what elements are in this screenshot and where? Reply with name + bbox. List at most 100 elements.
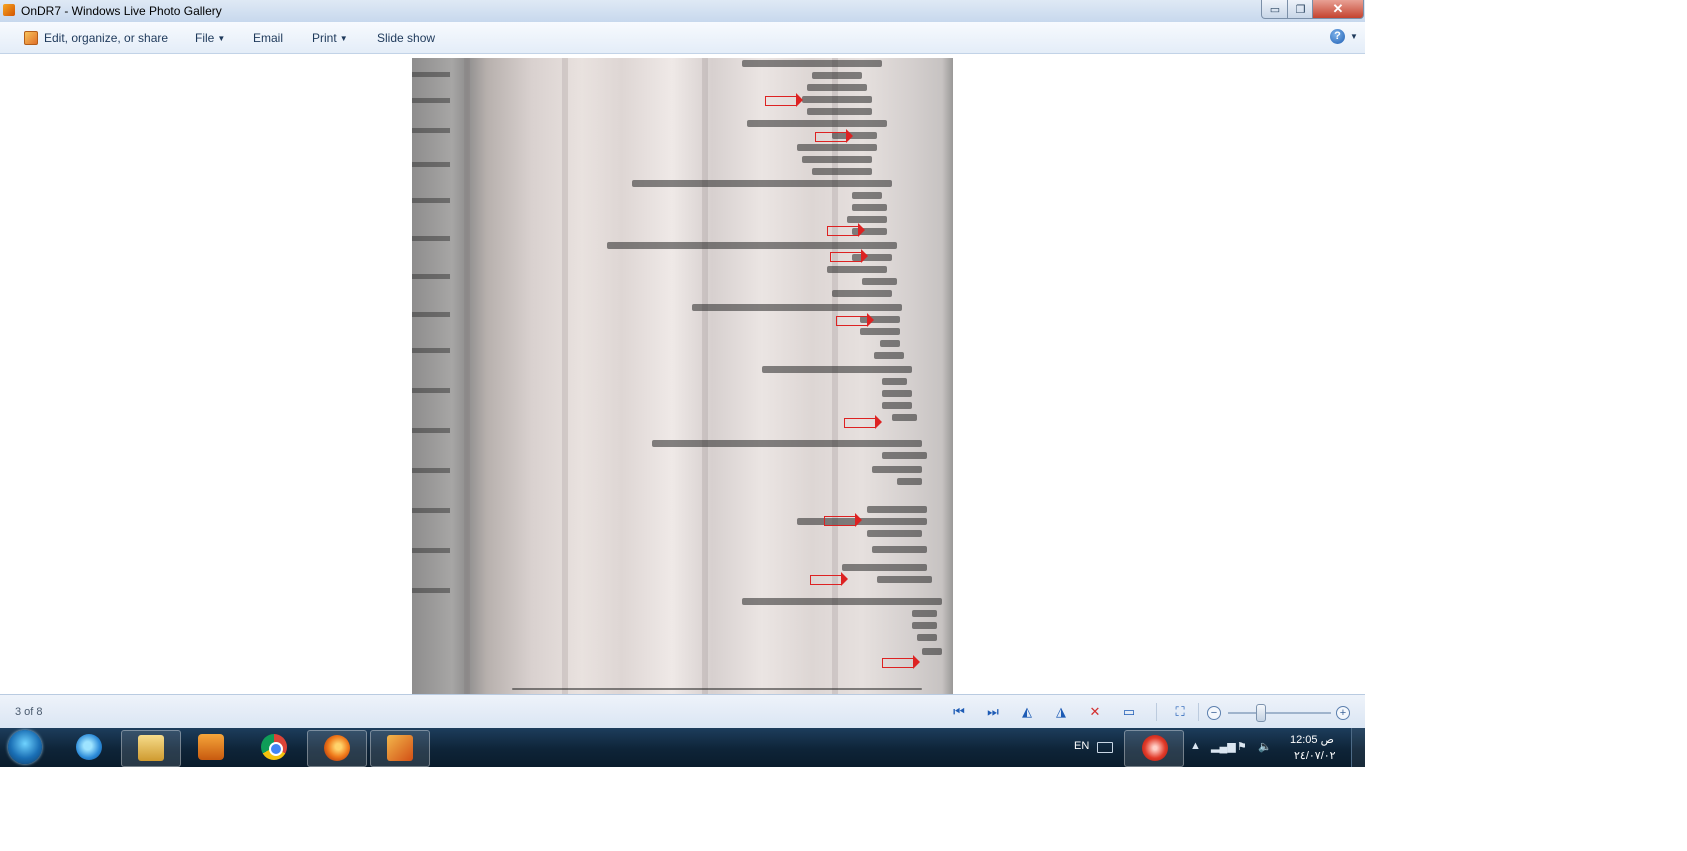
close-button[interactable]: ✕ [1312, 0, 1364, 19]
slide-show-button[interactable]: Slide show [377, 31, 435, 45]
answer-text [880, 340, 900, 347]
photo-of-arabic-exam-page[interactable] [412, 58, 953, 694]
zoom-in-icon[interactable]: + [1336, 706, 1350, 720]
question-text [607, 242, 897, 249]
delete-icon[interactable]: ✕ [1087, 704, 1103, 720]
close-icon: ✕ [1332, 1, 1344, 16]
chevron-down-icon: ▼ [217, 34, 226, 43]
show-desktop-button[interactable] [1351, 728, 1365, 767]
photo-gallery-icon [387, 735, 413, 761]
red-arrow-annotation [815, 129, 853, 143]
next-icon[interactable]: ⏭ [985, 704, 1001, 720]
previous-icon[interactable]: ⏮ [951, 704, 967, 720]
answer-text [897, 478, 922, 485]
separator [1156, 703, 1157, 721]
answer-text [807, 108, 872, 115]
volume-icon[interactable]: 🔈 [1258, 740, 1272, 753]
question-text [652, 440, 922, 447]
email-button[interactable]: Email [253, 31, 283, 45]
edit-organize-share-button[interactable]: Edit, organize, or share [44, 31, 168, 45]
media-player-icon [198, 734, 224, 760]
answer-text [882, 452, 927, 459]
taskbar-app-media-player[interactable] [182, 730, 240, 765]
answer-text [892, 414, 917, 421]
file-menu[interactable]: File ▼ [195, 31, 225, 45]
internet-explorer-icon [76, 734, 102, 760]
red-arrow-annotation [810, 572, 848, 586]
answer-text [872, 546, 927, 553]
zoom-slider-thumb[interactable] [1255, 704, 1266, 722]
network-icon[interactable]: ▂▄▆ [1211, 740, 1236, 753]
minimize-button[interactable]: ▭ [1261, 0, 1289, 19]
clock-date[interactable]: ٢٤/٠٧/٠٢ [1294, 749, 1336, 762]
chrome-icon [261, 734, 287, 760]
margin-text [412, 72, 450, 77]
chevron-down-icon[interactable]: ▼ [1350, 32, 1358, 41]
action-center-icon[interactable]: ⚑ [1237, 740, 1247, 753]
margin-text [412, 128, 450, 133]
answer-text [882, 378, 907, 385]
slideshow-icon[interactable]: ▭ [1121, 704, 1137, 720]
photo-viewer [0, 54, 1365, 694]
answer-text [797, 144, 877, 151]
clock-time[interactable]: 12:05 ص [1290, 733, 1334, 746]
margin-text [412, 98, 450, 103]
answer-text [812, 168, 872, 175]
print-menu[interactable]: Print ▼ [312, 31, 348, 45]
answer-text [860, 328, 900, 335]
margin-text [412, 508, 450, 513]
title-bar[interactable]: OnDR7 - Windows Live Photo Gallery ▭ ❐ ✕ [0, 0, 1365, 23]
answer-text [802, 96, 872, 103]
windows-taskbar: EN ▲ ▂▄▆ ⚑ 🔈 12:05 ص ٢٤/٠٧/٠٢ [0, 728, 1365, 767]
page-shadow [562, 58, 568, 694]
actual-size-icon[interactable]: ⛶ [1172, 704, 1188, 720]
zoom-slider-track[interactable] [1228, 712, 1331, 714]
question-text [742, 598, 942, 605]
command-toolbar: Edit, organize, or share File ▼ Email Pri… [0, 22, 1365, 54]
margin-text [412, 198, 450, 203]
red-arrow-annotation [844, 415, 882, 429]
chevron-down-icon: ▼ [339, 34, 348, 43]
question-text [762, 366, 912, 373]
edit-organize-icon[interactable] [24, 31, 38, 45]
answer-text [852, 204, 887, 211]
firefox-icon [324, 735, 350, 761]
question-text [797, 518, 927, 525]
separator [1198, 703, 1199, 721]
margin-text [412, 162, 450, 167]
red-arrow-annotation [830, 249, 868, 263]
page-shadow [702, 58, 708, 694]
taskbar-app-internet-explorer[interactable] [60, 730, 118, 765]
red-arrow-annotation [824, 513, 862, 527]
show-hidden-icons-icon[interactable]: ▲ [1190, 740, 1201, 752]
zoom-out-icon[interactable]: − [1207, 706, 1221, 720]
margin-text [412, 274, 450, 279]
keyboard-icon[interactable] [1097, 742, 1113, 753]
margin-text [412, 348, 450, 353]
answer-text [847, 216, 887, 223]
margin-text [412, 588, 450, 593]
taskbar-app-chrome[interactable] [245, 730, 303, 765]
answer-text [862, 278, 897, 285]
taskbar-app-firefox[interactable] [307, 730, 367, 767]
rotate-right-icon[interactable]: ◮ [1053, 704, 1069, 720]
answer-text [842, 564, 927, 571]
answer-text [917, 634, 937, 641]
red-arrow-annotation [765, 93, 803, 107]
answer-text [922, 648, 942, 655]
taskbar-app-windows-explorer[interactable] [121, 730, 181, 767]
photo-gallery-app-icon[interactable] [3, 4, 15, 16]
question-text [692, 304, 902, 311]
taskbar-app-photo-gallery[interactable] [370, 730, 430, 767]
maximize-button[interactable]: ❐ [1287, 0, 1314, 19]
rotate-left-icon[interactable]: ◭ [1019, 704, 1035, 720]
help-icon[interactable]: ? [1330, 29, 1345, 44]
start-button[interactable] [8, 730, 42, 764]
page-rule [512, 688, 922, 690]
margin-text [412, 428, 450, 433]
answer-text [807, 84, 867, 91]
language-indicator[interactable]: EN [1074, 740, 1089, 752]
taskbar-app-tray-program[interactable] [1124, 730, 1184, 767]
answer-text [912, 610, 937, 617]
answer-text [867, 530, 922, 537]
